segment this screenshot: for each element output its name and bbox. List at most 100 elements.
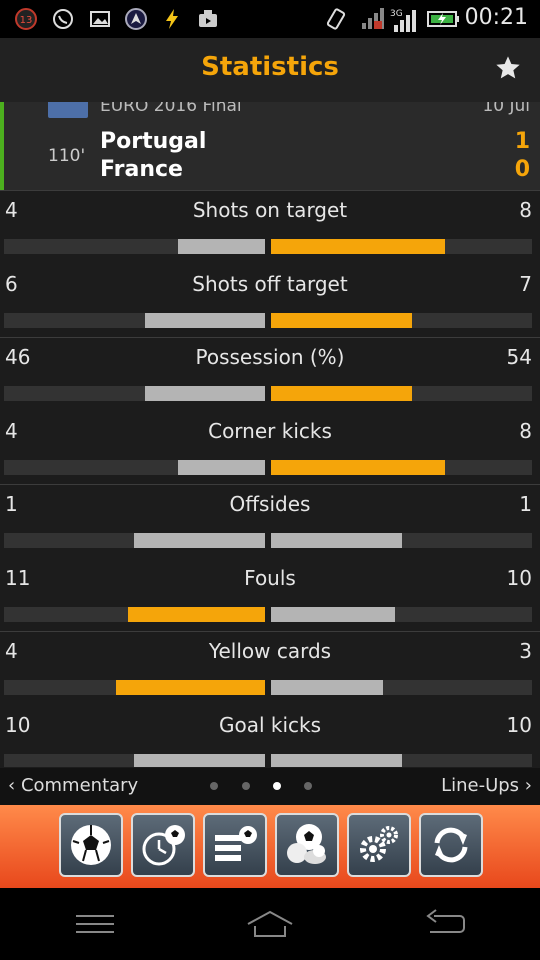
page-dot-1[interactable] — [210, 782, 218, 790]
away-bar-track — [271, 680, 532, 695]
back-icon[interactable] — [424, 908, 468, 942]
home-bar-track — [4, 680, 265, 695]
away-bar-fill — [271, 312, 412, 328]
stat-name: Possession (%) — [195, 345, 345, 369]
stats-list[interactable]: 4 Shots on target 8 6 Shots off target 7 46 Pos… — [0, 190, 540, 767]
page-pager: ‹ Commentary Line-Ups › — [0, 768, 540, 805]
home-bar-track — [4, 753, 265, 767]
away-bar-track — [271, 606, 532, 622]
home-bar-track — [4, 239, 265, 254]
page-dot-3-active[interactable] — [273, 782, 281, 790]
multi-sport-balls-icon — [287, 824, 326, 864]
away-score: 0 — [514, 157, 530, 182]
stat-name: Fouls — [244, 565, 296, 590]
standings-button[interactable] — [203, 813, 267, 877]
stat-row: 10 Goal kicks 10 — [0, 705, 540, 767]
clock-ball-icon — [142, 825, 185, 866]
stat-row: 4 Yellow cards 3 — [0, 631, 540, 704]
home-team: Portugal — [100, 129, 207, 154]
away-bar-fill — [271, 533, 402, 548]
stat-row: 1 Offsides 1 — [0, 484, 540, 557]
navigation-app-icon — [124, 7, 148, 31]
stat-away-value: 10 — [506, 565, 532, 590]
clock: 00:21 — [464, 5, 528, 30]
app-header: Statistics — [0, 38, 540, 103]
page-dot-4[interactable] — [304, 782, 312, 790]
home-bar-fill — [134, 533, 265, 548]
home-bar-track — [4, 312, 265, 328]
soccer-ball-icon — [71, 825, 111, 865]
signal-icon-3g: 3G — [390, 7, 418, 32]
prev-page-label: Commentary — [20, 775, 139, 796]
stat-row: 4 Corner kicks 8 — [0, 411, 540, 484]
video-app-icon — [196, 7, 220, 31]
away-bar-track — [271, 753, 532, 767]
match-date: 10 Jul — [482, 102, 530, 116]
stat-row: 6 Shots off target 7 — [0, 264, 540, 337]
standings-table-icon — [215, 826, 257, 861]
live-indicator — [0, 102, 4, 190]
away-bar-track — [271, 459, 532, 475]
prev-page-link[interactable]: ‹ Commentary — [8, 775, 138, 796]
menu-icon[interactable] — [74, 908, 116, 942]
svg-text:13: 13 — [20, 15, 33, 26]
away-bar-fill — [271, 680, 383, 695]
home-bar-track — [4, 386, 265, 401]
home-bar-fill — [178, 239, 265, 254]
away-team: France — [100, 157, 183, 182]
home-bar-fill — [116, 680, 265, 695]
stat-name: Yellow cards — [208, 639, 332, 663]
stat-away-value: 10 — [506, 712, 532, 737]
stat-name: Corner kicks — [208, 418, 332, 443]
vibrate-icon — [324, 7, 348, 31]
home-bar-fill — [134, 753, 265, 767]
bottom-toolbar — [0, 805, 540, 888]
page-dot-2[interactable] — [242, 782, 250, 790]
home-bar-fill — [145, 386, 265, 401]
refresh-icon — [434, 827, 468, 863]
away-bar-track — [271, 312, 532, 328]
next-page-label: Line-Ups — [441, 775, 520, 796]
page-title: Statistics — [201, 52, 339, 82]
sports-button[interactable] — [275, 813, 339, 877]
signal-icon-sim1 — [360, 7, 384, 31]
stat-row: 46 Possession (%) 54 — [0, 337, 540, 410]
away-bar-track — [271, 386, 532, 401]
chevron-right-icon: › — [524, 775, 532, 796]
settings-button[interactable] — [347, 813, 411, 877]
stat-away-value: 7 — [519, 271, 532, 296]
home-bar-track — [4, 459, 265, 475]
home-bar-track — [4, 533, 265, 548]
live-scores-button[interactable] — [59, 813, 123, 877]
favorite-star-icon[interactable] — [494, 54, 522, 82]
stat-name: Offsides — [229, 492, 311, 516]
home-bar-fill — [178, 459, 265, 475]
competition-name: EURO 2016 Final — [100, 102, 242, 116]
gears-icon — [360, 826, 398, 862]
home-score: 1 — [514, 129, 530, 154]
fixtures-button[interactable] — [131, 813, 195, 877]
home-bar-fill — [128, 606, 265, 622]
stat-away-value: 8 — [519, 418, 532, 443]
chevron-left-icon: ‹ — [8, 775, 16, 796]
stat-name: Shots off target — [192, 271, 348, 296]
away-bar-fill — [271, 459, 445, 475]
battery-icon — [427, 7, 461, 31]
away-bar-fill — [271, 606, 395, 622]
stat-row: 11 Fouls 10 — [0, 558, 540, 631]
gallery-icon — [88, 7, 112, 31]
away-bar-fill — [271, 753, 402, 767]
refresh-button[interactable] — [419, 813, 483, 877]
stat-away-value: 54 — [506, 345, 532, 369]
home-bar-fill — [145, 312, 265, 328]
match-minute: 110' — [48, 146, 86, 166]
whatsapp-icon — [51, 7, 75, 31]
away-bar-track — [271, 239, 532, 254]
match-card[interactable]: EURO 2016 Final 10 Jul 110' Portugal Fra… — [0, 102, 540, 191]
home-icon[interactable] — [245, 908, 295, 944]
next-page-link[interactable]: Line-Ups › — [441, 775, 532, 796]
away-bar-fill — [271, 386, 412, 401]
uefa-logo-icon — [48, 102, 88, 118]
system-nav-bar — [0, 888, 540, 960]
home-bar-track — [4, 606, 265, 622]
